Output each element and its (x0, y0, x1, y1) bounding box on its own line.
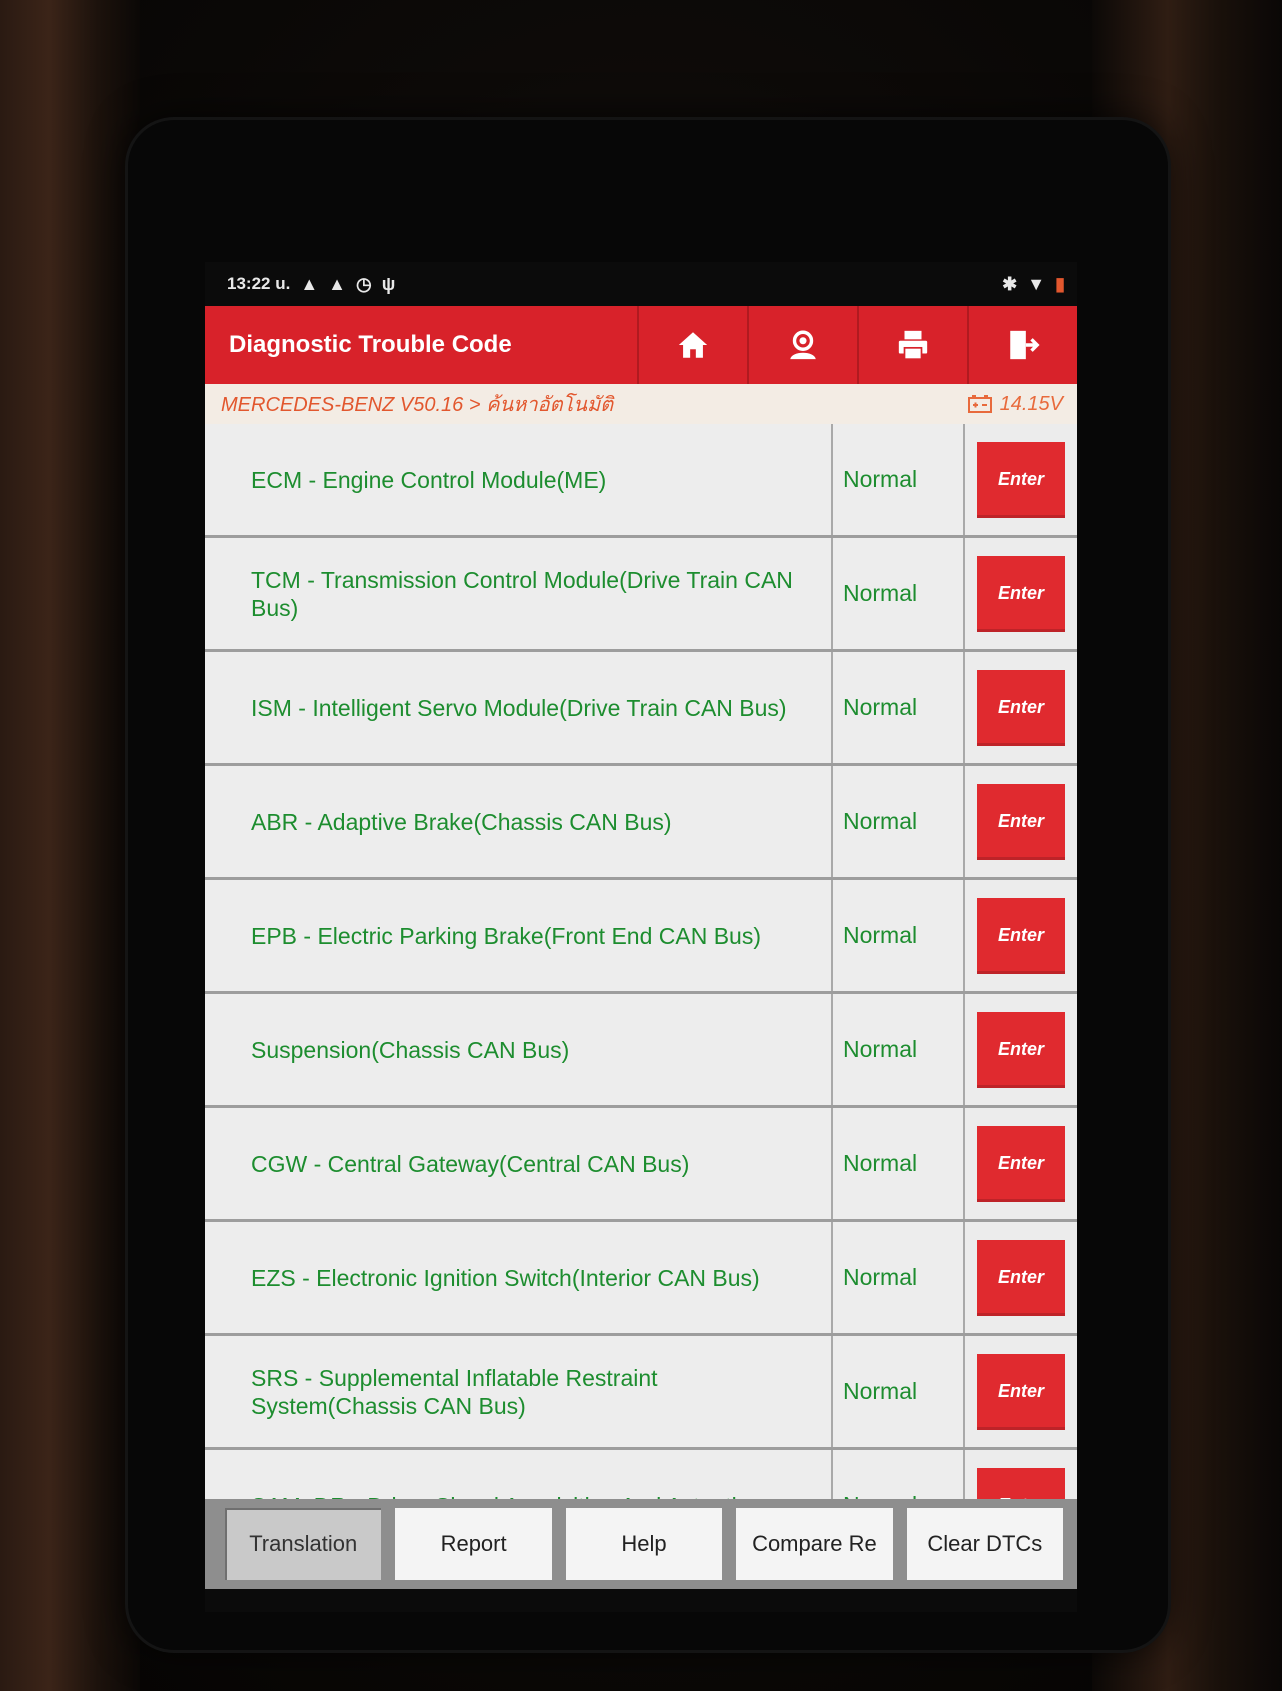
enter-button[interactable]: Enter (977, 555, 1065, 632)
enter-button[interactable]: Enter (977, 1125, 1065, 1202)
bottom-toolbar: Translation Report Help Compare Re Clear… (205, 1499, 1077, 1589)
module-row[interactable]: Suspension(Chassis CAN Bus) Normal Enter (205, 994, 1077, 1108)
enter-button[interactable]: Enter (977, 897, 1065, 974)
warning-icon: ▲ (300, 274, 319, 294)
module-name: ABR - Adaptive Brake(Chassis CAN Bus) (205, 766, 833, 877)
module-name: CGW - Central Gateway(Central CAN Bus) (205, 1108, 833, 1219)
module-status: Normal (833, 538, 965, 649)
user-icon (790, 330, 816, 360)
app-bar: Diagnostic Trouble Code (205, 306, 1077, 384)
exit-button[interactable] (967, 306, 1077, 384)
module-action-cell: Enter (965, 1108, 1077, 1219)
tablet-screen: 13:22 u. ▲ ▲ ◷ ψ ✱ ▼ ▮ Diagnostic Troubl… (205, 262, 1077, 1612)
user-button[interactable] (747, 306, 857, 384)
status-bar: 13:22 u. ▲ ▲ ◷ ψ ✱ ▼ ▮ (205, 262, 1077, 306)
module-row[interactable]: ISM - Intelligent Servo Module(Drive Tra… (205, 652, 1077, 766)
print-button[interactable] (857, 306, 967, 384)
module-action-cell: Enter (965, 766, 1077, 877)
module-status: Normal (833, 1222, 965, 1333)
module-status: Normal (833, 880, 965, 991)
status-time: 13:22 u. (227, 274, 291, 293)
battery-voltage-icon (967, 395, 992, 413)
module-action-cell: Enter (965, 1450, 1077, 1499)
module-row[interactable]: CGW - Central Gateway(Central CAN Bus) N… (205, 1108, 1077, 1222)
exit-icon (1010, 330, 1040, 360)
module-action-cell: Enter (965, 880, 1077, 991)
enter-button[interactable]: Enter (977, 1467, 1065, 1499)
module-list[interactable]: ECM - Engine Control Module(ME) Normal E… (205, 424, 1077, 1499)
enter-button[interactable]: Enter (977, 1353, 1065, 1430)
compare-button[interactable]: Compare Re (736, 1508, 893, 1580)
module-action-cell: Enter (965, 994, 1077, 1105)
module-status: Normal (833, 766, 965, 877)
home-button[interactable] (637, 306, 747, 384)
translation-button[interactable]: Translation (225, 1508, 382, 1580)
module-action-cell: Enter (965, 652, 1077, 763)
battery-icon: ▮ (1055, 274, 1065, 294)
module-status: Normal (833, 424, 965, 535)
voltage-value: 14.15V (999, 392, 1063, 415)
home-icon (678, 332, 708, 358)
module-name: SAM_DR - Driver Signal Acquisition And A… (205, 1450, 833, 1499)
enter-button[interactable]: Enter (977, 669, 1065, 746)
print-icon (898, 330, 928, 361)
warning-icon: ▲ (328, 274, 346, 294)
enter-button[interactable]: Enter (977, 783, 1065, 860)
enter-button[interactable]: Enter (977, 1011, 1065, 1088)
breadcrumb: MERCEDES-BENZ V50.16 > ค้นหาอัตโนมัติ 14… (205, 384, 1077, 424)
module-status: Normal (833, 994, 965, 1105)
module-name: TCM - Transmission Control Module(Drive … (205, 538, 833, 649)
voltage-indicator: 14.15V (967, 392, 1063, 416)
module-name: EZS - Electronic Ignition Switch(Interio… (205, 1222, 833, 1333)
android-nav-bar: ◀ ● ■ ✂ (205, 1589, 1077, 1612)
enter-button[interactable]: Enter (977, 441, 1065, 518)
page-title: Diagnostic Trouble Code (229, 331, 512, 358)
module-name: SRS - Supplemental Inflatable Restraint … (205, 1336, 833, 1447)
background-wood-left (0, 0, 140, 1691)
module-row[interactable]: EPB - Electric Parking Brake(Front End C… (205, 880, 1077, 994)
module-name: EPB - Electric Parking Brake(Front End C… (205, 880, 833, 991)
module-row[interactable]: TCM - Transmission Control Module(Drive … (205, 538, 1077, 652)
module-name: ECM - Engine Control Module(ME) (205, 424, 833, 535)
module-row[interactable]: EZS - Electronic Ignition Switch(Interio… (205, 1222, 1077, 1336)
module-row[interactable]: SRS - Supplemental Inflatable Restraint … (205, 1336, 1077, 1450)
module-row[interactable]: ECM - Engine Control Module(ME) Normal E… (205, 424, 1077, 538)
bluetooth-icon: ✱ (1002, 274, 1018, 294)
enter-button[interactable]: Enter (977, 1239, 1065, 1316)
wifi-icon: ▼ (1027, 274, 1046, 294)
module-name: Suspension(Chassis CAN Bus) (205, 994, 833, 1105)
module-action-cell: Enter (965, 424, 1077, 535)
breadcrumb-path: MERCEDES-BENZ V50.16 > ค้นหาอัตโนมัติ (221, 394, 614, 416)
usb-icon: ψ (381, 274, 396, 294)
module-status: Normal (833, 1450, 965, 1499)
help-button[interactable]: Help (565, 1508, 723, 1580)
clock-icon: ◷ (355, 274, 372, 294)
module-action-cell: Enter (965, 538, 1077, 649)
module-row[interactable]: SAM_DR - Driver Signal Acquisition And A… (205, 1450, 1077, 1499)
module-status: Normal (833, 652, 965, 763)
module-status: Normal (833, 1108, 965, 1219)
module-row[interactable]: ABR - Adaptive Brake(Chassis CAN Bus) No… (205, 766, 1077, 880)
clear-dtcs-button[interactable]: Clear DTCs (906, 1508, 1064, 1580)
module-name: ISM - Intelligent Servo Module(Drive Tra… (205, 652, 833, 763)
module-action-cell: Enter (965, 1222, 1077, 1333)
report-button[interactable]: Report (395, 1508, 552, 1580)
module-status: Normal (833, 1336, 965, 1447)
module-action-cell: Enter (965, 1336, 1077, 1447)
